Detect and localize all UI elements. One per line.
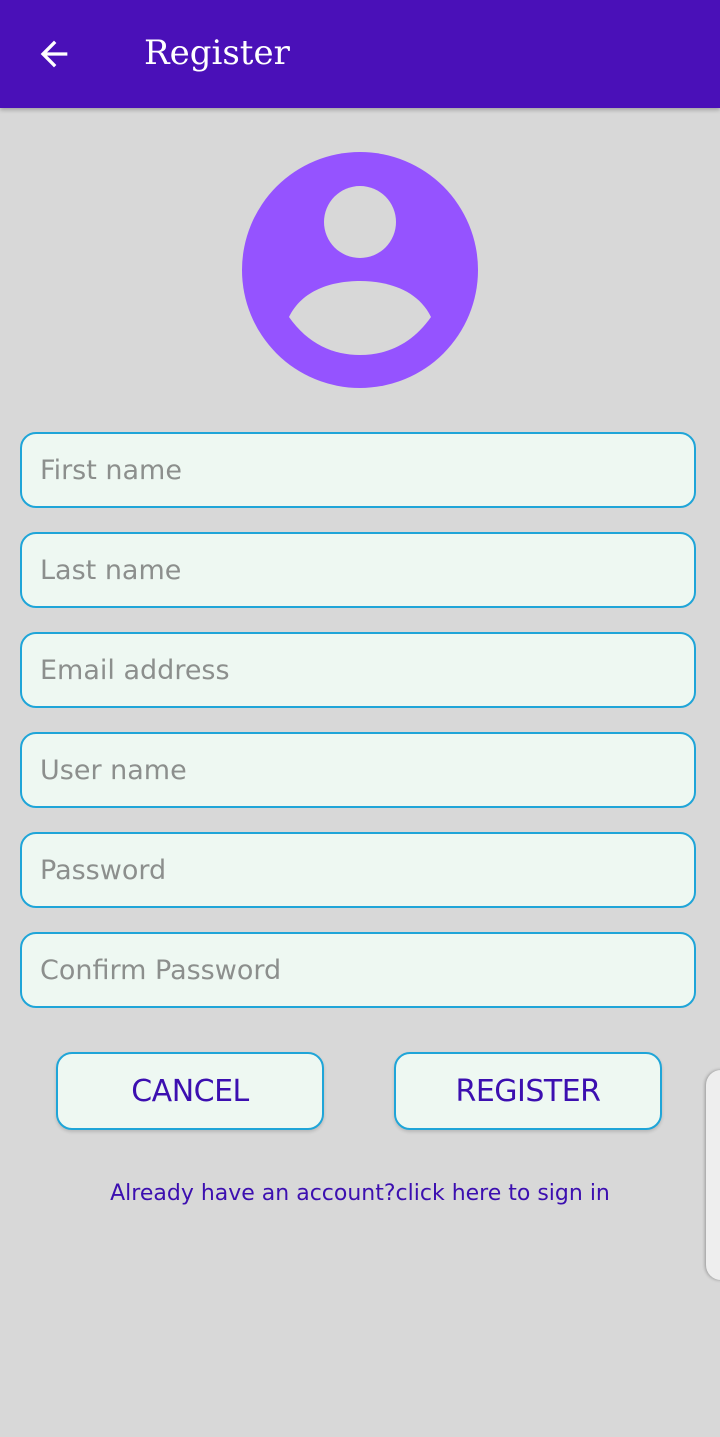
page-title: Register bbox=[144, 33, 290, 73]
edge-panel-handle[interactable] bbox=[706, 1070, 720, 1280]
cancel-button[interactable]: CANCEL bbox=[56, 1052, 324, 1130]
sign-in-link[interactable]: Already have an account?click here to si… bbox=[0, 1176, 720, 1212]
app-bar: Register bbox=[0, 0, 720, 108]
user-profile-icon bbox=[242, 152, 478, 388]
first-name-input[interactable] bbox=[20, 432, 696, 508]
last-name-input[interactable] bbox=[20, 532, 696, 608]
register-button[interactable]: REGISTER bbox=[394, 1052, 662, 1130]
arrow-left-icon bbox=[40, 40, 68, 68]
back-button[interactable] bbox=[22, 22, 86, 86]
email-input[interactable] bbox=[20, 632, 696, 708]
password-input[interactable] bbox=[20, 832, 696, 908]
username-input[interactable] bbox=[20, 732, 696, 808]
confirm-password-input[interactable] bbox=[20, 932, 696, 1008]
avatar[interactable] bbox=[242, 152, 478, 388]
